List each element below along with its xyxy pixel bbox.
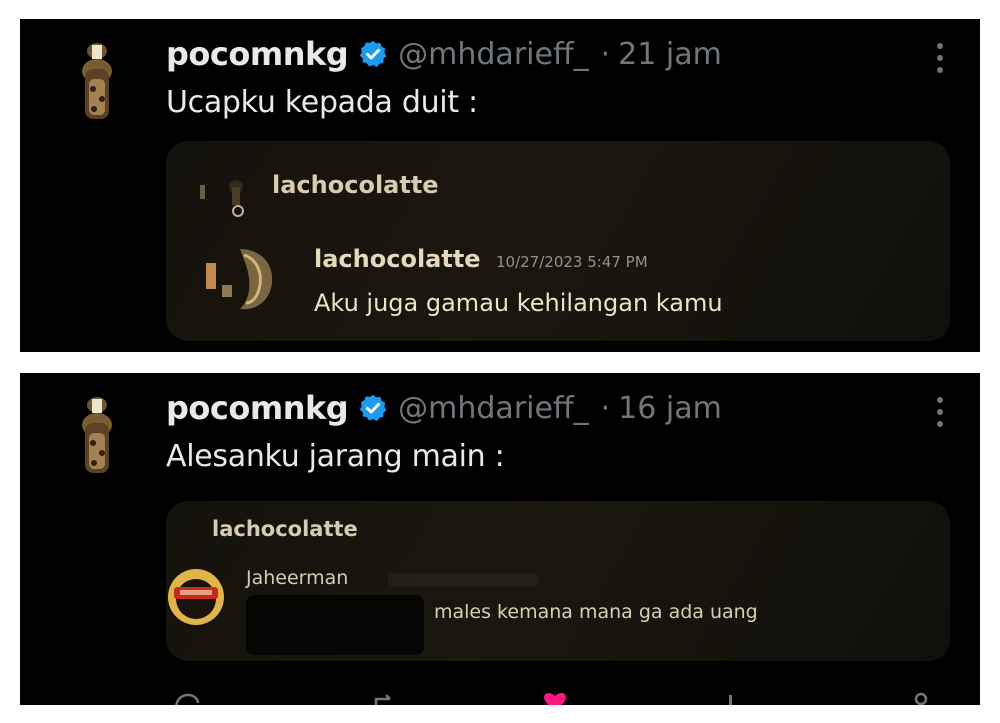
tweet-card[interactable]: pocomnkg @mhdarieff_ · 16 jam Alesanku j… [20,373,980,705]
tweet-text: Alesanku jarang main : [166,439,505,474]
author-name[interactable]: pocomnkg [166,389,349,427]
message-author: lachocolatte [314,245,481,273]
reply-icon[interactable] [172,691,202,705]
bookmark-icon[interactable] [906,691,936,705]
tweet-actions [166,691,956,705]
message-avatar [206,249,273,310]
timestamp[interactable]: 21 jam [618,37,722,72]
author-name[interactable]: pocomnkg [166,35,349,73]
timestamp[interactable]: 16 jam [618,391,722,426]
tweet-header: pocomnkg @mhdarieff_ · 21 jam [166,35,722,73]
quoted-server-name: lachocolatte [272,171,439,199]
avatar[interactable] [75,39,119,129]
retweet-icon[interactable] [370,691,400,705]
avatar[interactable] [75,393,119,483]
quoted-server-name: lachocolatte [212,517,358,541]
separator-dot: · [600,390,611,426]
quoted-image[interactable]: lachocolatte lachocolatte 10/27/2023 5:4… [166,141,950,341]
views-icon[interactable] [716,691,746,705]
tweet-card[interactable]: pocomnkg @mhdarieff_ · 21 jam Ucapku kep… [20,19,980,352]
author-handle[interactable]: @mhdarieff_ [398,37,588,72]
verified-badge-icon [359,394,387,421]
quoted-image[interactable]: lachocolatte Jaheerman males kemana mana… [166,501,950,661]
author-handle[interactable]: @mhdarieff_ [398,391,588,426]
tweet-text: Ucapku kepada duit : [166,85,478,120]
message-timestamp: 10/27/2023 5:47 PM [496,253,648,271]
more-dots-icon[interactable] [936,41,944,75]
message-text: males kemana mana ga ada uang [434,601,758,623]
more-dots-icon[interactable] [936,395,944,429]
message-text: Aku juga gamau kehilangan kamu [314,289,723,317]
blurred-timestamp [388,573,538,587]
lachocolatte-avatar [200,180,244,217]
redacted-area [246,595,424,655]
tweet-header: pocomnkg @mhdarieff_ · 16 jam [166,389,722,427]
heart-icon[interactable] [540,691,570,705]
message-avatar [168,569,224,625]
separator-dot: · [600,36,611,72]
verified-badge-icon [359,40,387,67]
message-author: Jaheerman [246,567,349,589]
